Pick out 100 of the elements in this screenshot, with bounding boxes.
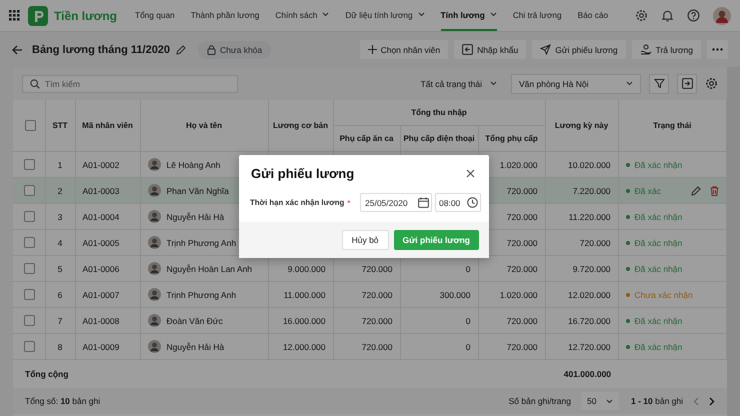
- nav-tab[interactable]: Thành phần lương: [190, 0, 260, 31]
- avatar: [148, 262, 160, 275]
- table-row[interactable]: 6 A01-0007 Trịnh Phương Anh 11.000.000 720.000 300.000 1.020.000 12.020.000 Chưa xác nhận: [13, 282, 726, 308]
- next-page-icon[interactable]: [709, 396, 715, 406]
- dialog-title: Gửi phiếu lương: [251, 166, 354, 181]
- column-header: Tổng thu nhập: [411, 108, 467, 117]
- pencil-icon[interactable]: [691, 186, 701, 196]
- table-cell: 720.000: [506, 212, 538, 222]
- avatar: [148, 236, 160, 249]
- table-cell: 11.000.000: [284, 290, 326, 300]
- table-cell: Nguyễn Hải Hà: [166, 342, 224, 352]
- table-cell: 1.020.000: [500, 290, 538, 300]
- table-cell: Trịnh Phương Anh: [166, 290, 236, 300]
- table-row[interactable]: 7 A01-0008 Đoàn Văn Đức 16.000.000 720.000 0 720.000 16.720.000 Đã xác nhận: [13, 308, 726, 334]
- table-cell: 9.000.000: [288, 264, 326, 274]
- table-cell: 16.000.000: [282, 316, 326, 326]
- toolbar-button[interactable]: Chọn nhân viên: [360, 40, 448, 59]
- table-cell: Trịnh Phương Anh: [166, 238, 236, 248]
- nav-tab[interactable]: Dữ liệu tính lương: [345, 0, 425, 31]
- search-field[interactable]: Tìm kiếm: [22, 74, 238, 92]
- table-cell: 12.720.000: [568, 342, 611, 352]
- table-cell: 9.720.000: [572, 264, 611, 274]
- nav-tab[interactable]: Tổng quan: [135, 0, 175, 31]
- apps-icon[interactable]: [9, 10, 20, 21]
- table-cell: 720.000: [362, 316, 392, 326]
- export-icon: [682, 78, 692, 89]
- pencil-icon[interactable]: [176, 44, 186, 54]
- status-filter-dropdown[interactable]: Tất cả trạng thái: [420, 78, 497, 88]
- column-header: Họ và tên: [186, 121, 222, 130]
- filter-icon: [654, 78, 664, 89]
- table-cell: 7: [58, 316, 62, 326]
- row-checkbox[interactable]: [24, 237, 35, 248]
- toolbar-button[interactable]: Trả lương: [632, 40, 701, 59]
- office-dropdown[interactable]: Văn phòng Hà Nội: [511, 74, 641, 94]
- cancel-button[interactable]: Hủy bỏ: [342, 230, 389, 250]
- row-checkbox[interactable]: [24, 185, 35, 196]
- table-row[interactable]: 8 A01-0009 Nguyễn Hải Hà 12.000.000 720.000 0 720.000 12.720.000 Đã xác nhận: [13, 334, 726, 360]
- table-cell: 8: [58, 342, 62, 352]
- nav-tab[interactable]: Báo cáo: [578, 0, 608, 31]
- table-cell: 12.000.000: [282, 342, 326, 352]
- lock-status-button[interactable]: Chưa khóa: [198, 40, 272, 58]
- status-text: Đã xác nhận: [634, 342, 682, 352]
- table-cell: 720.000: [506, 316, 538, 326]
- table-cell: 0: [466, 264, 470, 274]
- table-cell: 720.000: [580, 238, 611, 248]
- row-checkbox[interactable]: [24, 315, 35, 326]
- table-cell: 720.000: [362, 264, 392, 274]
- hand-coin-icon: [640, 44, 652, 55]
- row-checkbox[interactable]: [24, 263, 35, 274]
- page-size-dropdown[interactable]: 50: [581, 392, 619, 410]
- settings-icon[interactable]: [705, 77, 718, 90]
- row-checkbox[interactable]: [24, 211, 35, 222]
- status-text: Đã xác nhận: [634, 160, 682, 170]
- nav-tab[interactable]: Tính lương: [440, 0, 497, 31]
- column-header: Trạng thái: [653, 121, 692, 130]
- status-text: Chưa xác nhận: [634, 290, 693, 300]
- help-icon[interactable]: [687, 9, 700, 22]
- nav-tab[interactable]: Chính sách: [275, 0, 330, 31]
- table-cell: A01-0006: [82, 264, 120, 274]
- page-range: 1 - 10 bản ghi: [631, 396, 683, 406]
- status-text: Đã xác: [634, 186, 661, 196]
- column-header: Phụ cấp điện thoại: [403, 134, 475, 143]
- table-cell: 720.000: [506, 238, 538, 248]
- filter-button[interactable]: [649, 74, 669, 94]
- table-cell: 1.020.000: [500, 160, 538, 170]
- row-checkbox[interactable]: [24, 159, 35, 170]
- avatar: [148, 288, 160, 301]
- calendar-icon[interactable]: [418, 197, 429, 208]
- table-cell: 10.020.000: [568, 160, 611, 170]
- back-arrow-icon[interactable]: [12, 44, 23, 54]
- toolbar-button[interactable]: Nhập khẩu: [454, 40, 526, 59]
- time-field[interactable]: 08:00: [435, 193, 481, 212]
- select-all-checkbox[interactable]: [25, 120, 36, 131]
- column-header: STT: [52, 121, 68, 130]
- nav-tab[interactable]: Chi trả lương: [512, 0, 562, 31]
- trash-icon[interactable]: [710, 186, 719, 196]
- row-checkbox[interactable]: [24, 341, 35, 352]
- search-icon: [30, 78, 40, 88]
- export-button[interactable]: [677, 74, 697, 94]
- close-icon[interactable]: [466, 169, 475, 178]
- import-icon: [462, 44, 474, 55]
- table-cell: 720.000: [506, 186, 538, 196]
- bell-icon[interactable]: [661, 9, 674, 22]
- caret-icon: [606, 398, 613, 404]
- more-button[interactable]: [707, 40, 728, 59]
- table-cell: A01-0002: [82, 160, 120, 170]
- table-cell: Phan Văn Nghĩa: [166, 186, 229, 196]
- row-checkbox[interactable]: [24, 289, 35, 300]
- paper-plane-icon: [540, 44, 552, 55]
- status-text: Đã xác nhận: [634, 264, 682, 274]
- user-avatar[interactable]: [713, 6, 731, 24]
- settings-icon[interactable]: [635, 9, 648, 22]
- table-cell: A01-0005: [82, 238, 120, 248]
- status-text: Đã xác nhận: [634, 238, 682, 248]
- clock-icon[interactable]: [467, 197, 478, 208]
- date-field[interactable]: 25/05/2020: [360, 193, 432, 212]
- logo-icon: [28, 6, 48, 26]
- page-title: Bảng lương tháng 11/2020: [32, 44, 170, 56]
- status-text: Đã xác nhận: [634, 316, 682, 326]
- toolbar-button[interactable]: Gửi phiếu lương: [532, 40, 626, 59]
